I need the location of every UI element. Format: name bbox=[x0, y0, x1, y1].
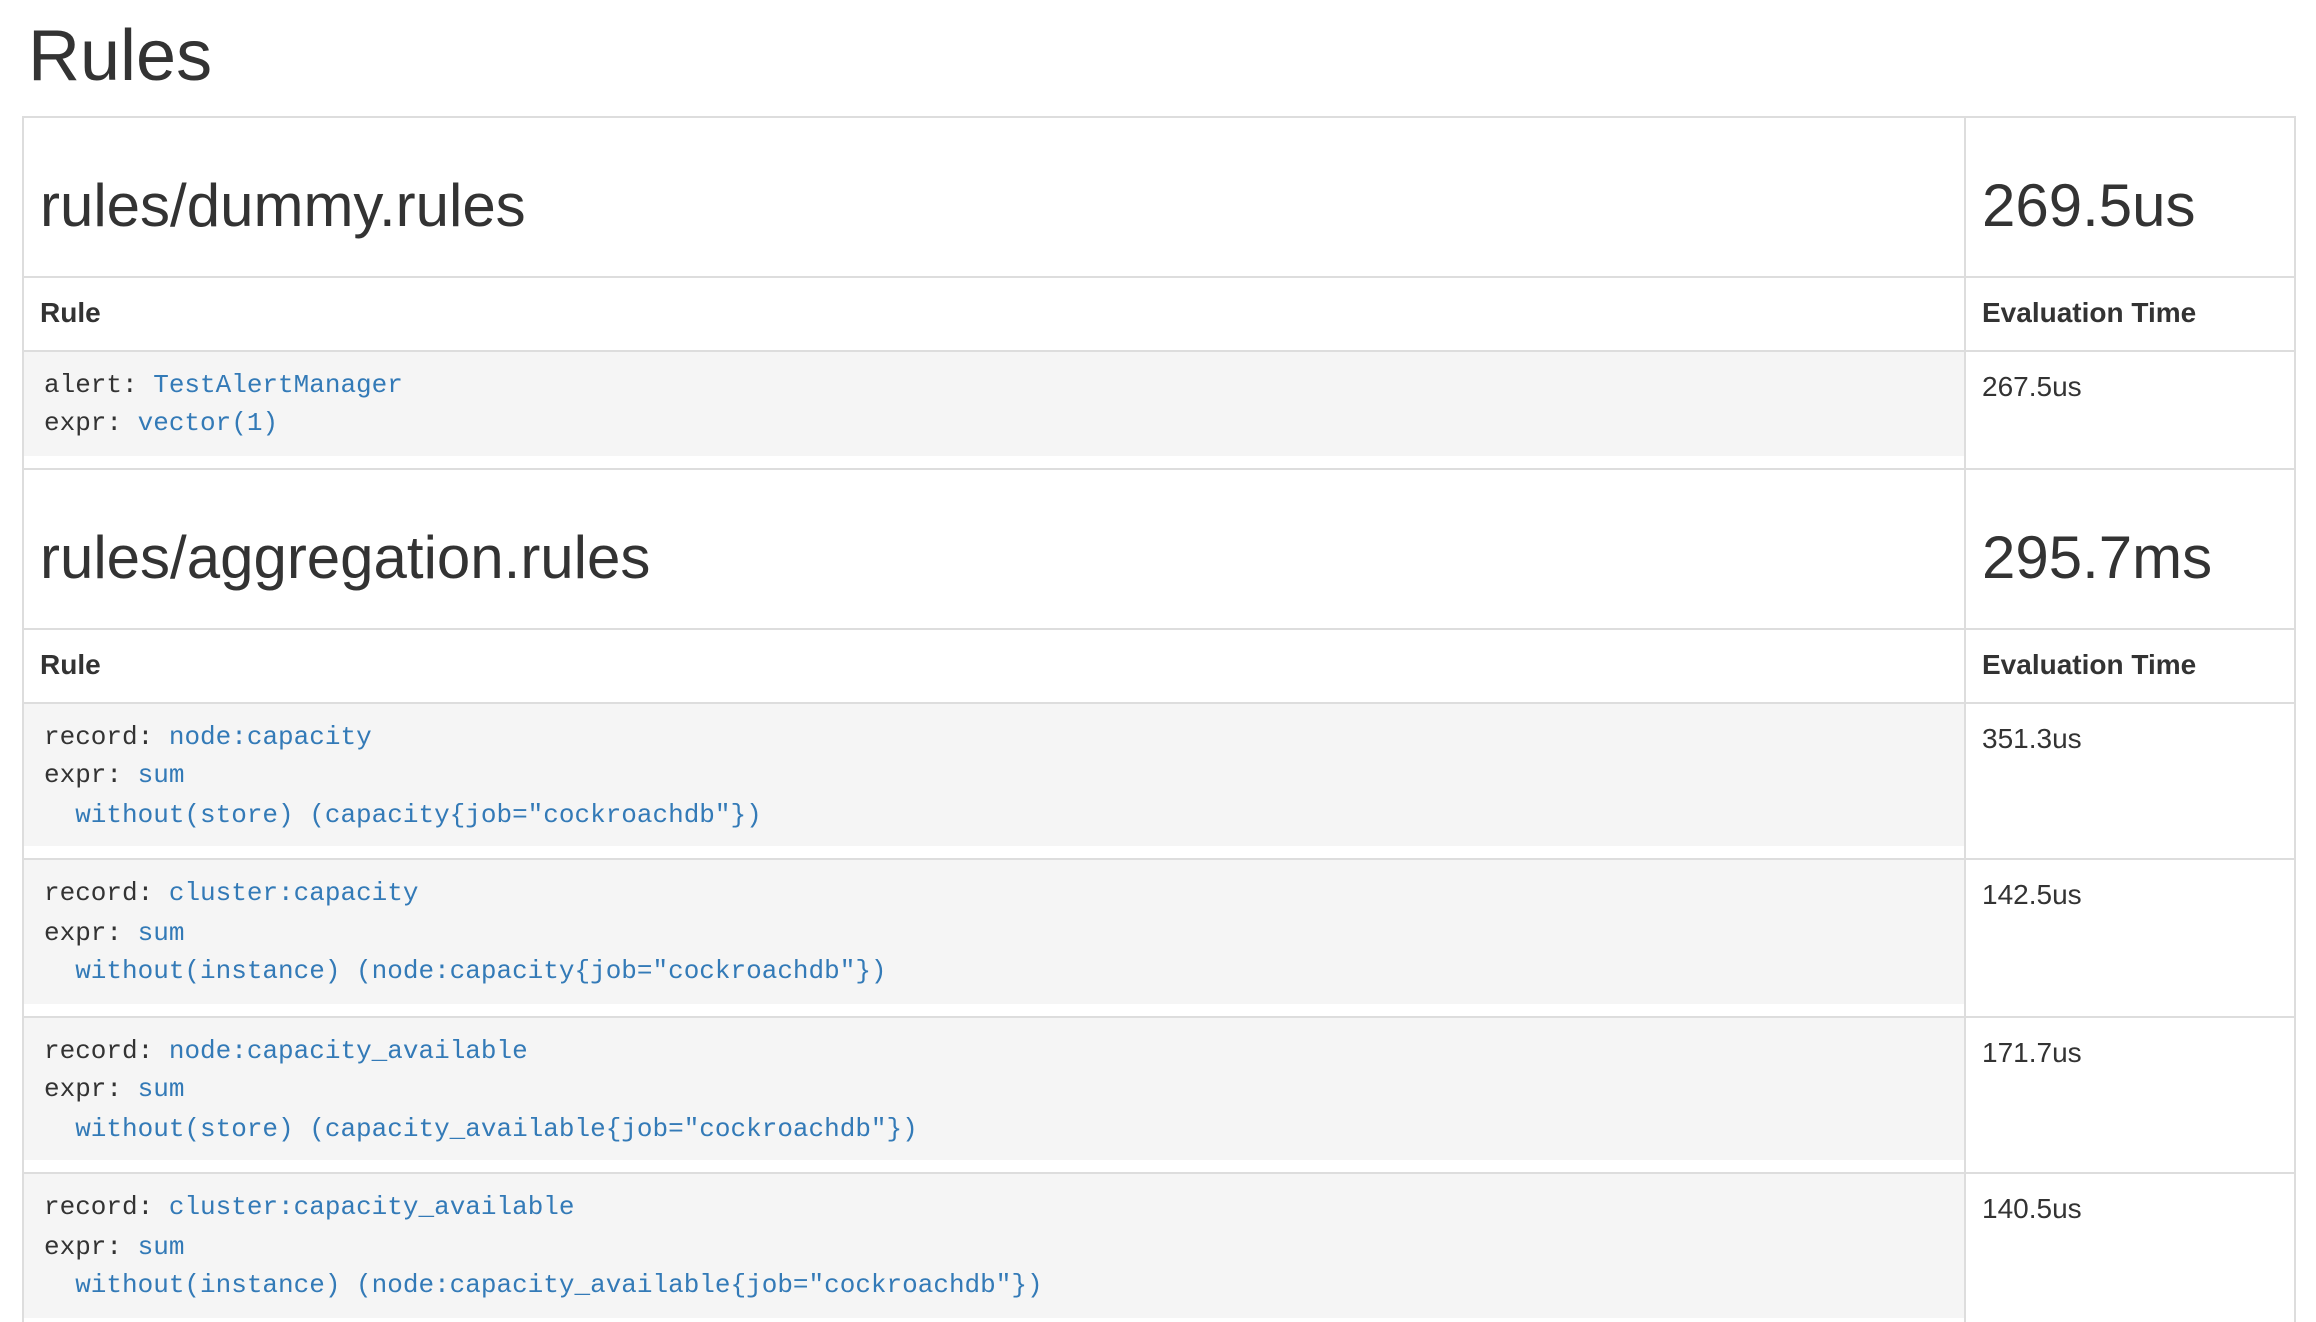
rule-cell: record: node:capacity expr: sum without(s… bbox=[23, 702, 1965, 859]
rule-keyword: expr: bbox=[44, 917, 138, 947]
group-header-row: rules/dummy.rules 269.5us bbox=[23, 116, 2295, 276]
group-name-cell: rules/dummy.rules bbox=[23, 116, 1965, 276]
group-file-name: rules/aggregation.rules bbox=[40, 525, 1948, 591]
group-total-eval-time: 269.5us bbox=[1982, 173, 2278, 239]
rule-cell: alert: TestAlertManager expr: vector(1) bbox=[23, 350, 1965, 468]
rule-expr-link[interactable]: sum without(instance) (node:capacity{job… bbox=[44, 917, 887, 986]
rule-code: record: node:capacity expr: sum without(s… bbox=[24, 703, 1964, 846]
table-row: record: cluster:capacity_availableexpr: … bbox=[23, 1173, 2295, 1322]
group-total-eval-time: 295.7ms bbox=[1982, 525, 2278, 591]
rule-eval-time: 140.5us bbox=[1965, 1173, 2295, 1322]
eval-time-column-header: Evaluation Time bbox=[1965, 276, 2295, 350]
record-name-link[interactable]: node:capacity_available bbox=[169, 1035, 528, 1065]
alert-name-link[interactable]: TestAlertManager bbox=[153, 369, 403, 399]
rule-cell: record: cluster:capacity expr: sum withou… bbox=[23, 859, 1965, 1016]
record-name-link[interactable]: cluster:capacity_available bbox=[169, 1192, 575, 1222]
rule-keyword: record: bbox=[44, 1192, 169, 1222]
table-row: record: node:capacity expr: sum without(s… bbox=[23, 702, 2295, 859]
group-name-cell: rules/aggregation.rules bbox=[23, 468, 1965, 628]
record-name-link[interactable]: cluster:capacity bbox=[169, 878, 419, 908]
table-row: record: cluster:capacity expr: sum withou… bbox=[23, 859, 2295, 1016]
rules-table: rules/dummy.rules 269.5us Rule Evaluatio… bbox=[22, 115, 2296, 1322]
table-row: record: node:capacity_available expr: sum… bbox=[23, 1016, 2295, 1173]
group-eval-time-cell: 295.7ms bbox=[1965, 468, 2295, 628]
rule-keyword: alert: bbox=[44, 369, 153, 399]
rule-keyword: expr: bbox=[44, 760, 138, 790]
rule-keyword: expr: bbox=[44, 408, 138, 438]
rule-keyword: record: bbox=[44, 1035, 169, 1065]
rule-expr-link[interactable]: vector(1) bbox=[138, 408, 278, 438]
rule-cell: record: node:capacity_available expr: sum… bbox=[23, 1016, 1965, 1173]
rule-column-header: Rule bbox=[23, 628, 1965, 702]
rule-keyword: record: bbox=[44, 721, 169, 751]
rule-expr-link[interactable]: sum without(instance) (node:capacity_ava… bbox=[44, 1231, 1043, 1300]
eval-time-column-header: Evaluation Time bbox=[1965, 628, 2295, 702]
rule-keyword: record: bbox=[44, 878, 169, 908]
rule-expr-link[interactable]: sum without(store) (capacity_available{j… bbox=[44, 1074, 918, 1143]
rule-keyword: expr: bbox=[44, 1231, 138, 1261]
rule-eval-time: 142.5us bbox=[1965, 859, 2295, 1016]
rule-eval-time: 351.3us bbox=[1965, 702, 2295, 859]
rule-column-header: Rule bbox=[23, 276, 1965, 350]
rule-expr-link[interactable]: sum without(store) (capacity{job="cockro… bbox=[44, 760, 762, 829]
record-name-link[interactable]: node:capacity bbox=[169, 721, 372, 751]
table-row: alert: TestAlertManager expr: vector(1) 2… bbox=[23, 350, 2295, 468]
content-container: Rules rules/dummy.rules 269.5us Rule bbox=[0, 0, 2316, 1322]
group-eval-time-cell: 269.5us bbox=[1965, 116, 2295, 276]
rule-cell: record: cluster:capacity_availableexpr: … bbox=[23, 1173, 1965, 1322]
rule-eval-time: 171.7us bbox=[1965, 1016, 2295, 1173]
rule-code: alert: TestAlertManager expr: vector(1) bbox=[24, 351, 1964, 455]
group-header-row: rules/aggregation.rules 295.7ms bbox=[23, 468, 2295, 628]
group-file-name: rules/dummy.rules bbox=[40, 173, 1948, 239]
rule-keyword: expr: bbox=[44, 1074, 138, 1104]
rule-code: record: cluster:capacity_availableexpr: … bbox=[24, 1174, 1964, 1317]
column-header-row: Rule Evaluation Time bbox=[23, 276, 2295, 350]
rules-page: Rules rules/dummy.rules 269.5us Rule bbox=[0, 0, 2316, 1322]
rule-code: record: cluster:capacity expr: sum withou… bbox=[24, 860, 1964, 1003]
rule-code: record: node:capacity_available expr: sum… bbox=[24, 1017, 1964, 1160]
rule-eval-time: 267.5us bbox=[1965, 350, 2295, 468]
column-header-row: Rule Evaluation Time bbox=[23, 628, 2295, 702]
page-title: Rules bbox=[28, 16, 2294, 95]
